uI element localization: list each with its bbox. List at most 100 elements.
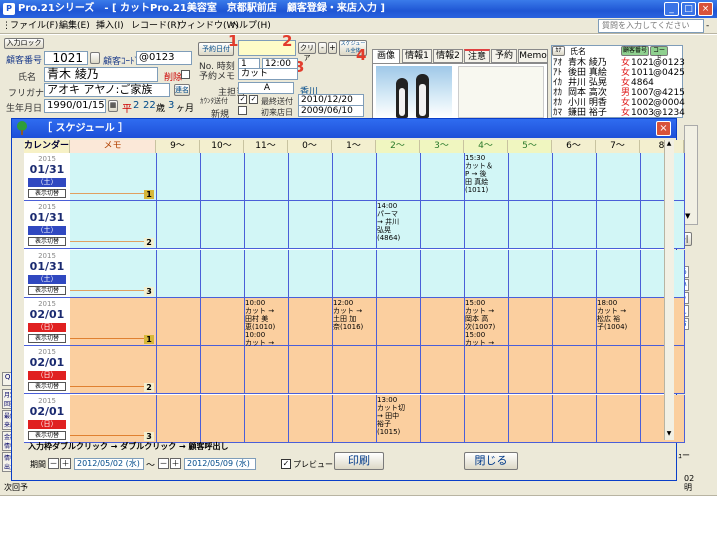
new-checkbox[interactable] [238, 106, 247, 115]
customer-list-row[interactable]: ｶﾏ 鎌田 裕子 女 1003 @1234 [551, 108, 685, 118]
schedule-vscroll[interactable] [664, 140, 674, 440]
right-scrollbar[interactable] [684, 125, 698, 225]
calendar-date-cell[interactable]: 2015 01/31 （土） 表示切替 [24, 201, 70, 249]
period-from-minus[interactable]: － [48, 458, 59, 469]
memo-cell[interactable]: 2 [70, 201, 156, 249]
print-button[interactable]: 印刷 [334, 452, 384, 470]
preview-label: プレビュー [293, 460, 333, 469]
grid-line [640, 346, 641, 394]
grid-line [376, 298, 377, 346]
memo-cell[interactable]: 1 [70, 153, 156, 201]
grid-line [596, 395, 597, 443]
minimize-button[interactable]: _ [664, 2, 679, 16]
menu-help[interactable]: ヘルプ(H) [230, 19, 271, 33]
display-toggle-button[interactable]: 表示切替 [28, 382, 66, 391]
memo-cell[interactable]: 3 [70, 250, 156, 298]
display-toggle-button[interactable]: 表示切替 [28, 334, 66, 343]
calendar-date-cell[interactable]: 2015 02/01 （日） 表示切替 [24, 395, 70, 443]
row-count: 1 [144, 190, 154, 199]
customer-list-row[interactable]: ｱｵ 青木 綾乃 女 1021 @0123 [551, 58, 685, 68]
counter-send-checkbox[interactable]: ✓ [238, 95, 247, 104]
tab-caution[interactable]: 注意 [464, 49, 490, 63]
customer-list-sex: 女 [621, 98, 631, 108]
menu-insert[interactable]: 挿入(I) [96, 19, 124, 33]
grid-line [332, 201, 333, 249]
calendar-date-cell[interactable]: 2015 02/01 （日） 表示切替 [24, 298, 70, 346]
delete-checkbox[interactable] [181, 70, 190, 79]
tab-reserve[interactable]: 予約 [491, 49, 517, 63]
joint-name-button[interactable]: 連名 [174, 84, 190, 96]
appointment[interactable]: 12:00 カット → 土田 加奈(1016) [333, 299, 373, 331]
hour-header: 5～ [508, 140, 552, 153]
clear-button[interactable]: クリア [298, 42, 316, 62]
calendar-icon[interactable]: ▦ [108, 100, 118, 112]
grid-line [156, 201, 157, 249]
scroll-up-icon[interactable]: ▲ [664, 140, 674, 150]
customer-no-field[interactable]: 1021 [44, 51, 88, 65]
display-toggle-button[interactable]: 表示切替 [28, 286, 66, 295]
reserve-memo-field[interactable]: カット [238, 68, 298, 80]
close-button[interactable]: × [698, 2, 713, 16]
sort-no-button[interactable]: 顧客番号 [621, 46, 649, 56]
grid-line [464, 250, 465, 298]
name-field[interactable]: 青木 綾乃 [44, 67, 158, 82]
display-toggle-button[interactable]: 表示切替 [28, 237, 66, 246]
appointment-line: 10:00 [245, 331, 266, 339]
first-visit-field[interactable]: 2009/06/10 [298, 105, 364, 117]
help-search-input[interactable]: 質問を入力してください [598, 19, 704, 33]
memo-cell[interactable]: 1 [70, 298, 156, 346]
appointment[interactable]: 14:00 パーマ → 井川 弘晃 (4864) [377, 202, 417, 242]
calendar-column-header[interactable]: カレンダー [24, 140, 70, 153]
calendar-date-cell[interactable]: 2015 02/01 （日） 表示切替 [24, 346, 70, 394]
customer-list-kana: ｵｶ [553, 88, 563, 98]
customer-list-row[interactable]: ｱﾄ 後田 真絵 女 1011 @0425 [551, 68, 685, 78]
calendar-date-cell[interactable]: 2015 01/31 （土） 表示切替 [24, 153, 70, 201]
customer-no-button[interactable] [90, 52, 100, 64]
display-toggle-button[interactable]: 表示切替 [28, 189, 66, 198]
period-to-plus[interactable]: ＋ [170, 458, 181, 469]
staff-select[interactable]: A [238, 82, 294, 94]
maximize-button[interactable]: □ [681, 2, 696, 16]
customer-list-row[interactable]: ｲｶ 井川 弘晃 女 4864 [551, 78, 683, 88]
menu-record[interactable]: レコード(R) [131, 19, 180, 33]
appointment[interactable]: 15:00 カット → 岡本 高次(1007) 15:00 カット → [465, 299, 505, 347]
minus-button[interactable]: - [318, 42, 327, 54]
customer-list-kana: ｱｵ [553, 58, 563, 68]
tab-memo[interactable]: Memo [518, 49, 548, 63]
appointment[interactable]: 15:30 カット＆ P → 後田 真絵 (1011) [465, 154, 505, 194]
period-from-field[interactable]: 2012/05/02 (水) [74, 458, 144, 470]
customer-list-row[interactable]: ｵｶ 岡本 高次 男 1007 @4215 [551, 88, 685, 98]
memo-cell[interactable]: 3 [70, 395, 156, 443]
period-from-plus[interactable]: ＋ [60, 458, 71, 469]
customer-list-row[interactable]: ｵｶ 小川 明香 女 1002 @0004 [551, 98, 685, 108]
plus-button[interactable]: + [328, 42, 337, 54]
preview-checkbox[interactable]: ✓ [281, 459, 291, 469]
display-toggle-button[interactable]: 表示切替 [28, 431, 66, 440]
scroll-down-icon[interactable]: ▼ [685, 212, 690, 220]
birthdate-field[interactable]: 1990/01/15 [44, 99, 106, 113]
menu-edit[interactable]: 編集(E) [59, 19, 90, 33]
scroll-down-icon[interactable]: ▼ [664, 430, 674, 440]
tab-image[interactable]: 画像 [372, 49, 400, 63]
customer-code-field[interactable]: @0123 [136, 51, 192, 65]
period-to-field[interactable]: 2012/05/09 (水) [184, 458, 256, 470]
last-send-checkbox[interactable]: ✓ [249, 95, 258, 104]
schedule-close-button[interactable]: × [656, 121, 671, 136]
menu-file[interactable]: ファイル(F) [10, 19, 58, 33]
grid-line [288, 250, 289, 298]
calendar-date-cell[interactable]: 2015 01/31 （土） 表示切替 [24, 250, 70, 298]
period-to-minus[interactable]: － [158, 458, 169, 469]
appointment[interactable]: 10:00 カット → 田村 美恵(1010) 10:00 カット → [245, 299, 285, 347]
appointment[interactable]: 13:00 カット切 → 田中 裕子 (1015) [377, 396, 417, 436]
col-kana-header[interactable]: ｶﾅ [552, 46, 565, 56]
input-lock-button[interactable]: 入力ロック [4, 38, 44, 49]
kana-field[interactable]: アオキ アヤノ:ご家族 [44, 83, 170, 97]
sort-code-button[interactable]: コード [650, 46, 668, 62]
appointment[interactable]: 18:00 カット → 松広 裕子(1004) [597, 299, 637, 331]
memo-cell[interactable]: 2 [70, 346, 156, 394]
tab-info1[interactable]: 情報1 [402, 49, 432, 63]
name-label: 氏名 [18, 73, 37, 83]
customer-list-kana: ｲｶ [553, 78, 563, 88]
close-schedule-button[interactable]: 閉じる [464, 452, 518, 470]
tab-info2[interactable]: 情報2 [433, 49, 463, 63]
